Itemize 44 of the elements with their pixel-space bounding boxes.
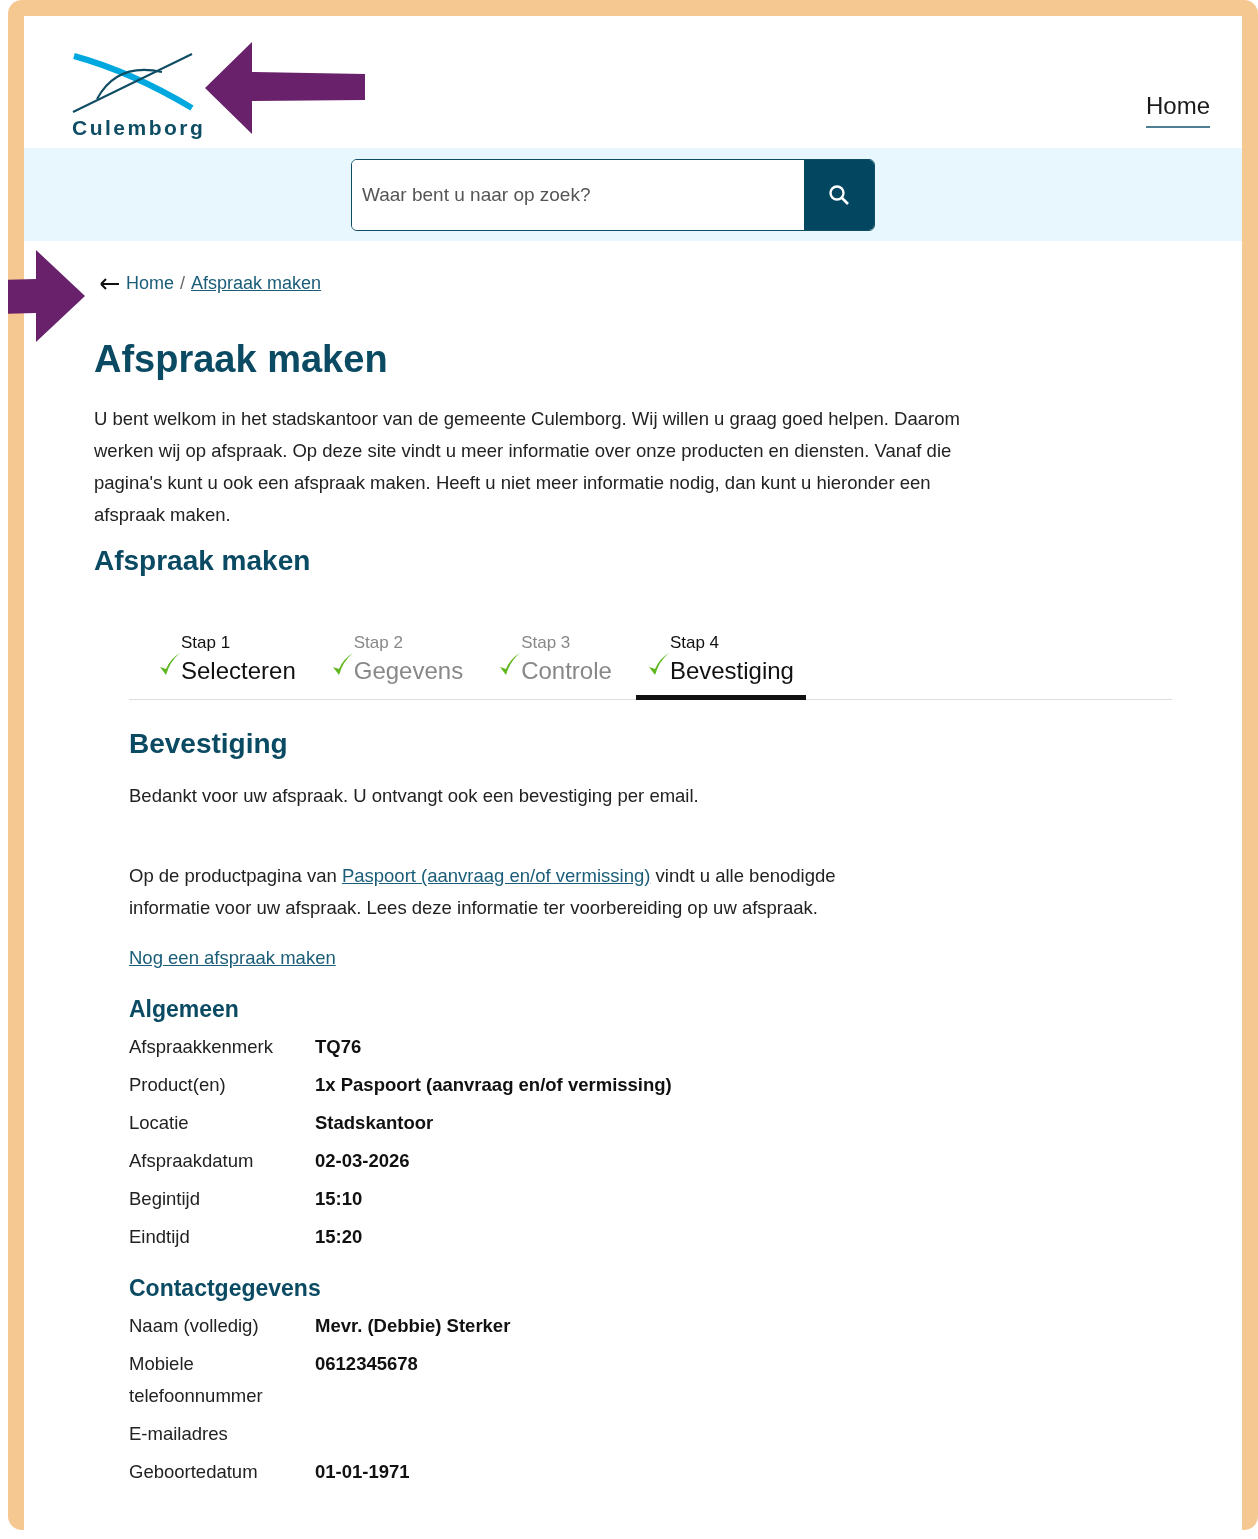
breadcrumb-separator: / xyxy=(180,273,186,294)
step-tab[interactable]: Stap 3 Controle xyxy=(499,633,624,700)
search-field[interactable]: Waar bent u naar op zoek? xyxy=(351,158,875,231)
nav-link[interactable]: Home xyxy=(1145,92,1210,128)
detail-label: Naam (volledig) xyxy=(129,1314,260,1338)
logo-text: Culemborg xyxy=(72,116,206,140)
search-button[interactable] xyxy=(804,159,874,230)
detail-value: Mevr. (Debbie) Sterker xyxy=(315,1315,511,1336)
detail-label: Locatie xyxy=(129,1111,190,1135)
detail-value: 15:20 xyxy=(315,1226,363,1247)
step-tab[interactable]: Stap 4 Bevestiging xyxy=(635,633,806,700)
confirmation-heading: Bevestiging xyxy=(129,728,289,760)
detail-label: Afspraakkenmerk xyxy=(129,1035,274,1059)
detail-label: Mobiele telefoonnummer xyxy=(129,1352,264,1408)
detail-label: Begintijd xyxy=(129,1187,201,1211)
page-title: Afspraak maken xyxy=(94,338,389,381)
breadcrumb-link[interactable]: Home xyxy=(126,273,174,294)
detail-label: Geboortedatum xyxy=(129,1460,259,1484)
details-heading: Contactgegevens xyxy=(129,1275,322,1302)
back-arrow-icon xyxy=(100,277,120,290)
new-appointment-link[interactable]: Nog een afspraak maken xyxy=(129,947,336,968)
detail-label: Eindtijd xyxy=(129,1225,191,1249)
detail-label: Product(en) xyxy=(129,1073,227,1097)
detail-label: E-mailadres xyxy=(129,1422,229,1446)
detail-value: 02-03-2026 xyxy=(315,1150,410,1171)
search-icon xyxy=(827,182,851,207)
detail-value: Stadskantoor xyxy=(315,1112,434,1133)
crossed-lines-icon xyxy=(72,52,194,114)
thanks-text: Bedankt voor uw afspraak. U ontvangt ook een bevestiging per email. xyxy=(129,784,700,808)
detail-value: 15:10 xyxy=(315,1188,363,1209)
breadcrumb-link[interactable]: Afspraak maken xyxy=(191,273,322,294)
step-tab[interactable]: Stap 2 Gegevens xyxy=(331,633,476,700)
step-tab[interactable]: Stap 1 Selecteren xyxy=(159,633,308,700)
detail-value: TQ76 xyxy=(315,1036,362,1057)
detail-value: 01-01-1971 xyxy=(315,1461,410,1482)
details-heading: Algemeen xyxy=(129,996,240,1023)
logo[interactable]: Culemborg xyxy=(72,52,206,140)
detail-value: 0612345678 xyxy=(315,1353,418,1374)
product-link[interactable]: Paspoort (aanvraag en/of vermissing) xyxy=(341,865,651,886)
info-paragraph: Op de productpagina van Paspoort (aanvraag en/of vermissing) vindt u alle benodigde informatie voor uw afspraak. Lees deze informatie ter voorbereiding op uw afspraak. xyxy=(129,864,837,920)
detail-value: 1x Paspoort (aanvraag en/of vermissing) xyxy=(315,1074,672,1095)
detail-label: Afspraakdatum xyxy=(129,1149,255,1173)
section-heading: Afspraak maken xyxy=(94,545,312,577)
intro-paragraph: U bent welkom in het stadskantoor van de gemeente Culemborg. Wij willen u graag goed helpen. Daarom werken wij op afspraak. Op deze site vindt u meer informatie over onze producten en diensten. Vanaf die pagina's kunt u ook een afspraak maken. Heeft u niet meer informatie nodig, dan kunt u hieronder een afspraak maken. xyxy=(94,407,961,527)
